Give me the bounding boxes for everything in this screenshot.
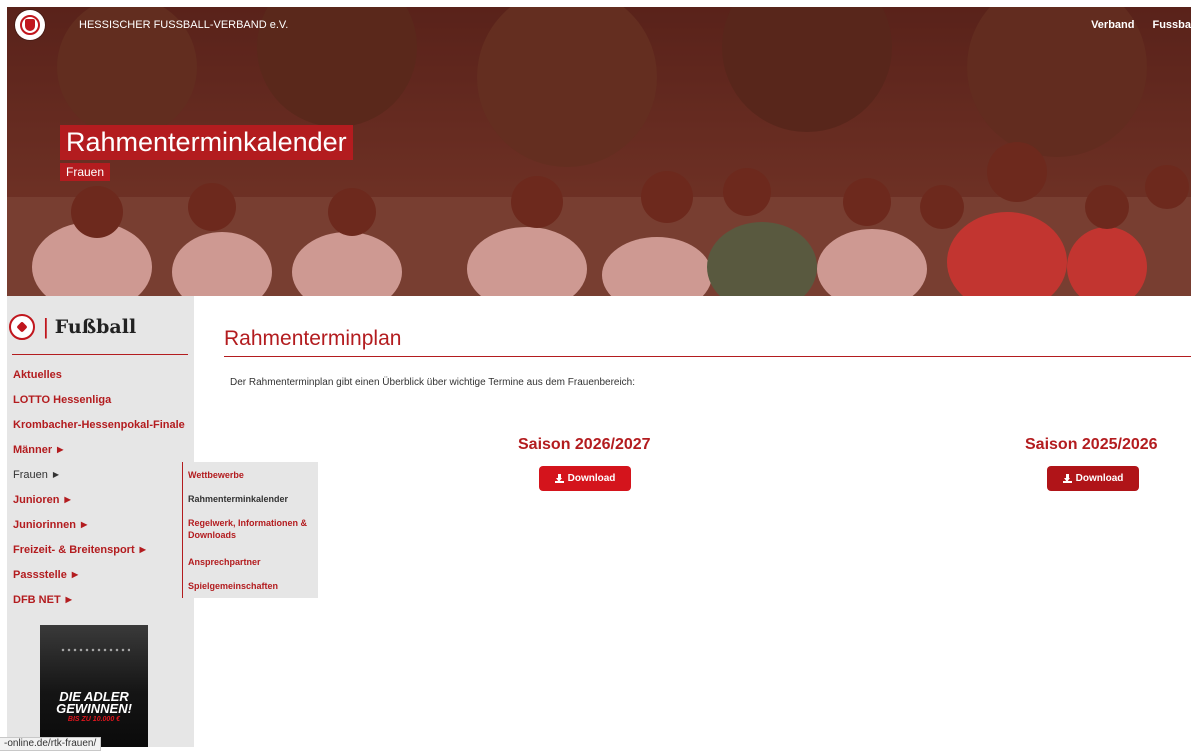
sidebar-item-label: Männer <box>13 444 53 456</box>
sidebar-item-label: Juniorinnen <box>13 519 76 531</box>
sidebar-brand[interactable]: | Fußball <box>9 312 136 342</box>
sidebar-item-freizeit-breitensport[interactable]: Freizeit- & Breitensport ▶ <box>13 543 185 568</box>
advertisement-banner[interactable]: DIE ADLER GEWINNEN! BIS ZU 10.000 € <box>40 625 148 747</box>
hero-subtitle: Frauen <box>60 163 111 181</box>
season-2025-2026-heading: Saison 2025/2026 <box>1025 436 1158 453</box>
caret-right-icon: ▶ <box>80 520 88 529</box>
top-bar: HESSISCHER FUSSBALL-VERBAND e.V. Verband… <box>7 7 1191 43</box>
season-2026-2027-heading: Saison 2026/2027 <box>518 436 651 453</box>
frauen-submenu: Wettbewerbe Rahmenterminkalender Regelwe… <box>182 462 318 598</box>
ad-subline: BIS ZU 10.000 € <box>67 716 121 723</box>
sidebar-item-passstelle[interactable]: Passstelle ▶ <box>13 568 185 593</box>
download-icon <box>1062 474 1072 483</box>
caret-right-icon: ▶ <box>139 545 146 554</box>
sidebar-item-juniorinnen[interactable]: Juniorinnen ▶ <box>13 518 185 543</box>
sidebar-item-label: DFB NET <box>13 594 61 606</box>
submenu-item-wettbewerbe[interactable]: Wettbewerbe <box>188 469 244 481</box>
download-label: Download <box>1075 473 1124 484</box>
org-name[interactable]: HESSISCHER FUSSBALL-VERBAND e.V. <box>79 19 288 31</box>
sidebar-brand-label: Fußball <box>54 316 137 338</box>
ad-line-2: GEWINNEN! <box>56 701 132 716</box>
intro-text: Der Rahmenterminplan gibt einen Überblic… <box>230 377 636 388</box>
ad-headline: DIE ADLER GEWINNEN! <box>40 690 148 716</box>
caret-right-icon: ▶ <box>64 495 71 504</box>
caret-right-icon: ▶ <box>57 445 64 454</box>
download-button-2025-2026[interactable]: Download <box>1047 466 1139 491</box>
brand-separator: | <box>43 314 49 339</box>
page-title: Rahmenterminplan <box>224 327 402 350</box>
top-nav: Verband Fussba <box>1073 19 1191 31</box>
top-nav-fussball[interactable]: Fussba <box>1152 19 1191 31</box>
top-nav-verband[interactable]: Verband <box>1091 19 1134 31</box>
caret-right-icon: ▶ <box>65 595 72 604</box>
title-divider <box>224 356 1191 357</box>
download-icon <box>554 474 564 483</box>
hfv-logo[interactable] <box>15 10 45 40</box>
caret-right-icon: ▶ <box>71 570 78 579</box>
sidebar-item-label: Junioren <box>13 494 60 506</box>
sidebar-item-label: Krombacher-Hessenpokal-Finale <box>13 419 185 431</box>
download-button-2026-2027[interactable]: Download <box>539 466 631 491</box>
sidebar-item-label: LOTTO Hessenliga <box>13 394 112 406</box>
submenu-item-rahmenterminkalender[interactable]: Rahmenterminkalender <box>188 493 288 505</box>
football-icon <box>9 314 35 340</box>
sidebar-item-label: Freizeit- & Breitensport <box>13 544 135 556</box>
stadium-lights <box>60 647 130 653</box>
status-bar-url: -online.de/rtk-frauen/ <box>0 737 102 751</box>
sidebar-item-label: Aktuelles <box>13 369 62 381</box>
caret-right-icon: ▶ <box>52 470 60 479</box>
sidebar-item-label: Frauen <box>13 469 48 481</box>
submenu-item-regelwerk[interactable]: Regelwerk, Informationen & Downloads <box>188 517 316 541</box>
sidebar-item-maenner[interactable]: Männer ▶ <box>13 443 185 468</box>
hero-banner: HESSISCHER FUSSBALL-VERBAND e.V. Verband… <box>7 7 1191 296</box>
sidebar-item-label: Passstelle <box>13 569 67 581</box>
sidebar-item-frauen[interactable]: Frauen ▶ <box>13 468 185 493</box>
hero-title: Rahmenterminkalender <box>60 125 353 160</box>
submenu-item-spielgemeinschaften[interactable]: Spielgemeinschaften <box>188 580 278 592</box>
sidebar-divider <box>12 354 188 355</box>
sidebar-menu: Aktuelles LOTTO Hessenliga Krombacher-He… <box>13 368 185 618</box>
sidebar-item-junioren[interactable]: Junioren ▶ <box>13 493 185 518</box>
sidebar-item-hessenpokal-finale[interactable]: Krombacher-Hessenpokal-Finale <box>13 418 185 443</box>
download-label: Download <box>567 473 616 484</box>
submenu-item-ansprechpartner[interactable]: Ansprechpartner <box>188 556 261 568</box>
sidebar-item-aktuelles[interactable]: Aktuelles <box>13 368 185 393</box>
logo-shield-icon <box>25 19 35 31</box>
sidebar-item-dfb-net[interactable]: DFB NET ▶ <box>13 593 185 618</box>
sidebar-item-lotto-hessenliga[interactable]: LOTTO Hessenliga <box>13 393 185 418</box>
